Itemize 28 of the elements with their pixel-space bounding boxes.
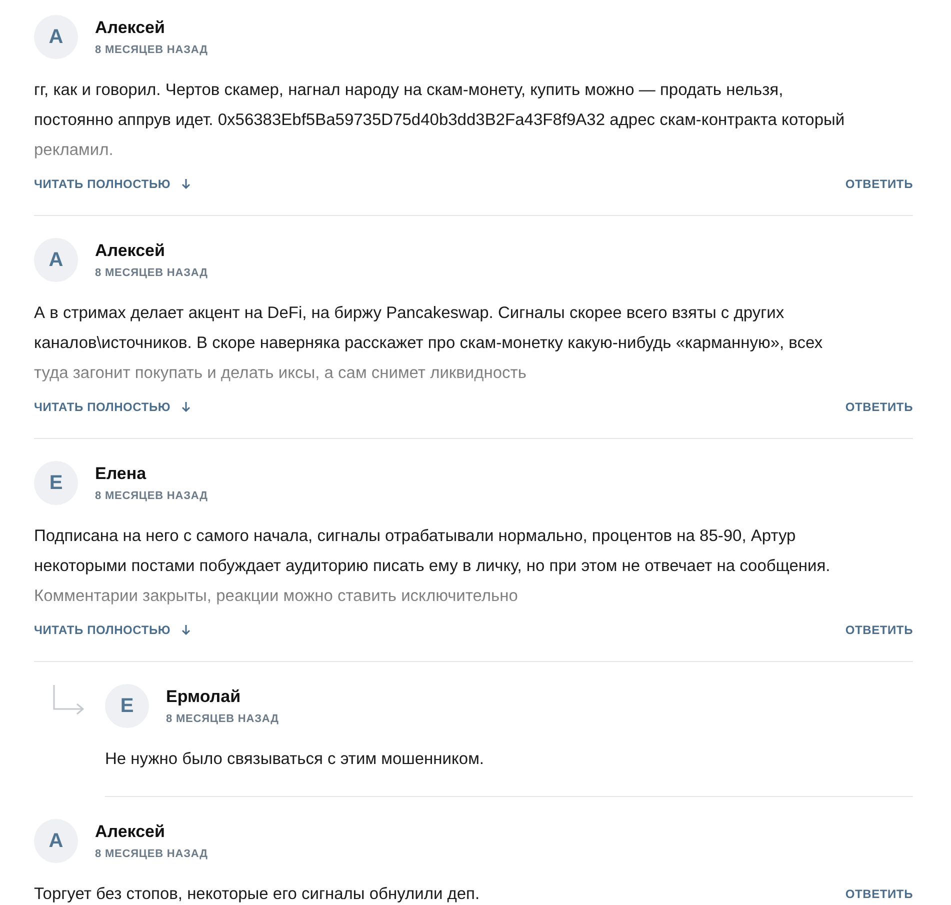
avatar: А: [34, 819, 78, 863]
author-name: Елена: [95, 464, 148, 484]
reply-link[interactable]: ОТВЕТИТЬ: [845, 885, 913, 903]
reply-link[interactable]: ОТВЕТИТЬ: [845, 175, 913, 193]
read-more-link[interactable]: ЧИТАТЬ ПОЛНОСТЬЮ: [34, 175, 191, 193]
avatar: Е: [34, 461, 78, 505]
author-name: Алексей: [95, 241, 166, 261]
comment-text: Торгует без стопов, некоторые его сигналы обнулили деп.: [34, 884, 480, 905]
avatar: Е: [105, 684, 149, 728]
arrow-down-icon: [180, 401, 191, 413]
avatar: А: [34, 15, 78, 59]
comment-date: 8 МЕСЯЦЕВ НАЗАД: [95, 44, 208, 56]
avatar: А: [34, 238, 78, 282]
comment-date: 8 МЕСЯЦЕВ НАЗАД: [166, 713, 279, 725]
comment-date: 8 МЕСЯЦЕВ НАЗАД: [95, 848, 208, 860]
reply-link[interactable]: ОТВЕТИТЬ: [845, 398, 913, 416]
reply-link[interactable]: ОТВЕТИТЬ: [845, 621, 913, 639]
read-more-link[interactable]: ЧИТАТЬ ПОЛНОСТЬЮ: [34, 398, 191, 416]
arrow-down-icon: [180, 624, 191, 636]
author-name: Алексей: [95, 18, 166, 38]
author-name: Ермолай: [166, 687, 242, 707]
author-name: Алексей: [95, 822, 166, 842]
comment-date: 8 МЕСЯЦЕВ НАЗАД: [95, 490, 208, 502]
comment-date: 8 МЕСЯЦЕВ НАЗАД: [95, 267, 208, 279]
read-more-link[interactable]: ЧИТАТЬ ПОЛНОСТЬЮ: [34, 621, 191, 639]
comment-text: Не нужно было связываться с этим мошенником.: [105, 749, 484, 770]
arrow-down-icon: [180, 178, 191, 190]
reply-arrow-icon: [52, 684, 86, 716]
